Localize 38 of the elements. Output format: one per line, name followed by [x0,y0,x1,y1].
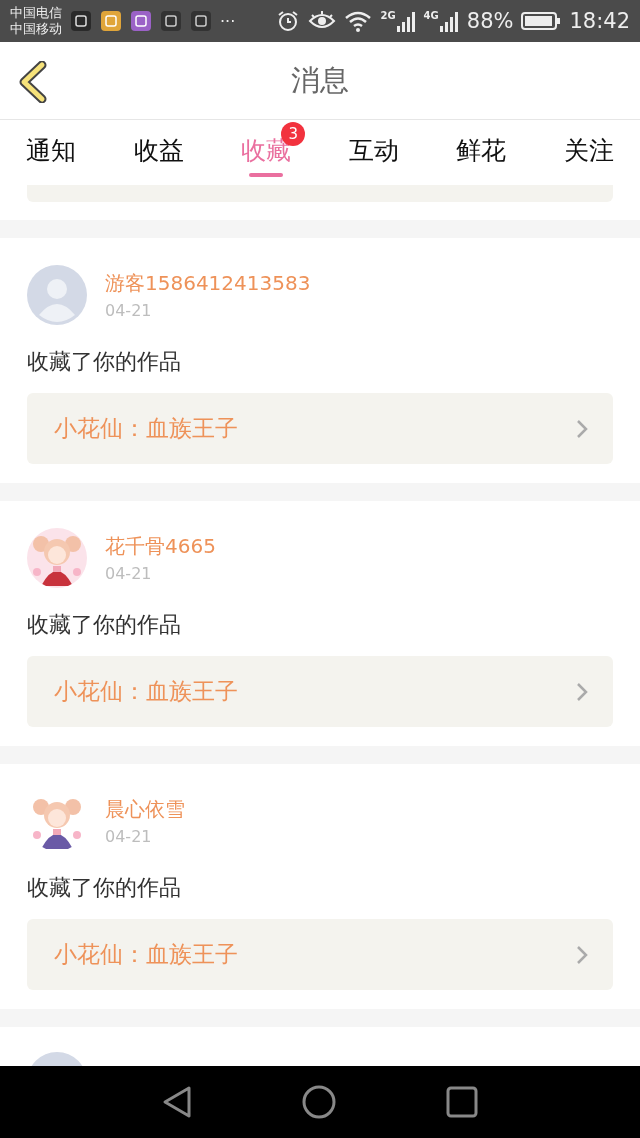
app-notification-icon [70,10,92,32]
app-notification-icon [100,10,122,32]
carrier-name: 中国移动 [10,21,62,37]
tab[interactable]: 鲜花 [442,120,521,182]
clock-time: 18:42 [569,9,630,33]
message-date: 04-21 [105,564,153,583]
page-title: 消息 [291,61,349,99]
app-notification-icon [160,10,182,32]
network-type: 4G [423,10,439,21]
recent-apps-icon[interactable] [446,1086,478,1118]
app-notification-icon [130,10,152,32]
tab[interactable]: 通知 [12,120,90,182]
user-name: 晨心依雪 [105,796,185,823]
app-notification-icon [190,10,212,32]
chevron-right-icon [575,943,589,966]
home-icon[interactable] [302,1085,336,1119]
user-name: 游客1586412413583 [105,270,311,297]
tab[interactable]: 收益 [119,120,198,182]
battery-icon [521,11,562,31]
message-date: 04-21 [105,301,153,320]
user-name: 花千骨4665 [105,533,216,560]
message-text: 收藏了你的作品 [27,611,182,639]
tab[interactable]: 互动 [334,120,413,182]
battery-percent: 88% [466,9,514,33]
wifi-icon [344,10,373,32]
message-text: 收藏了你的作品 [27,874,182,902]
default-avatar-icon [27,265,87,325]
chevron-right-icon [575,417,589,440]
chevron-right-icon [575,680,589,703]
message-text: 收藏了你的作品 [27,348,182,376]
more-notifications: ··· [220,11,236,31]
signal-icon [395,10,416,32]
network-type: 2G [380,10,396,21]
signal-icon [438,10,459,32]
message-date: 04-21 [105,827,153,846]
back-icon[interactable] [162,1085,192,1119]
carrier-name: 中国电信 [10,5,62,21]
tab[interactable]: 关注 [549,120,628,182]
